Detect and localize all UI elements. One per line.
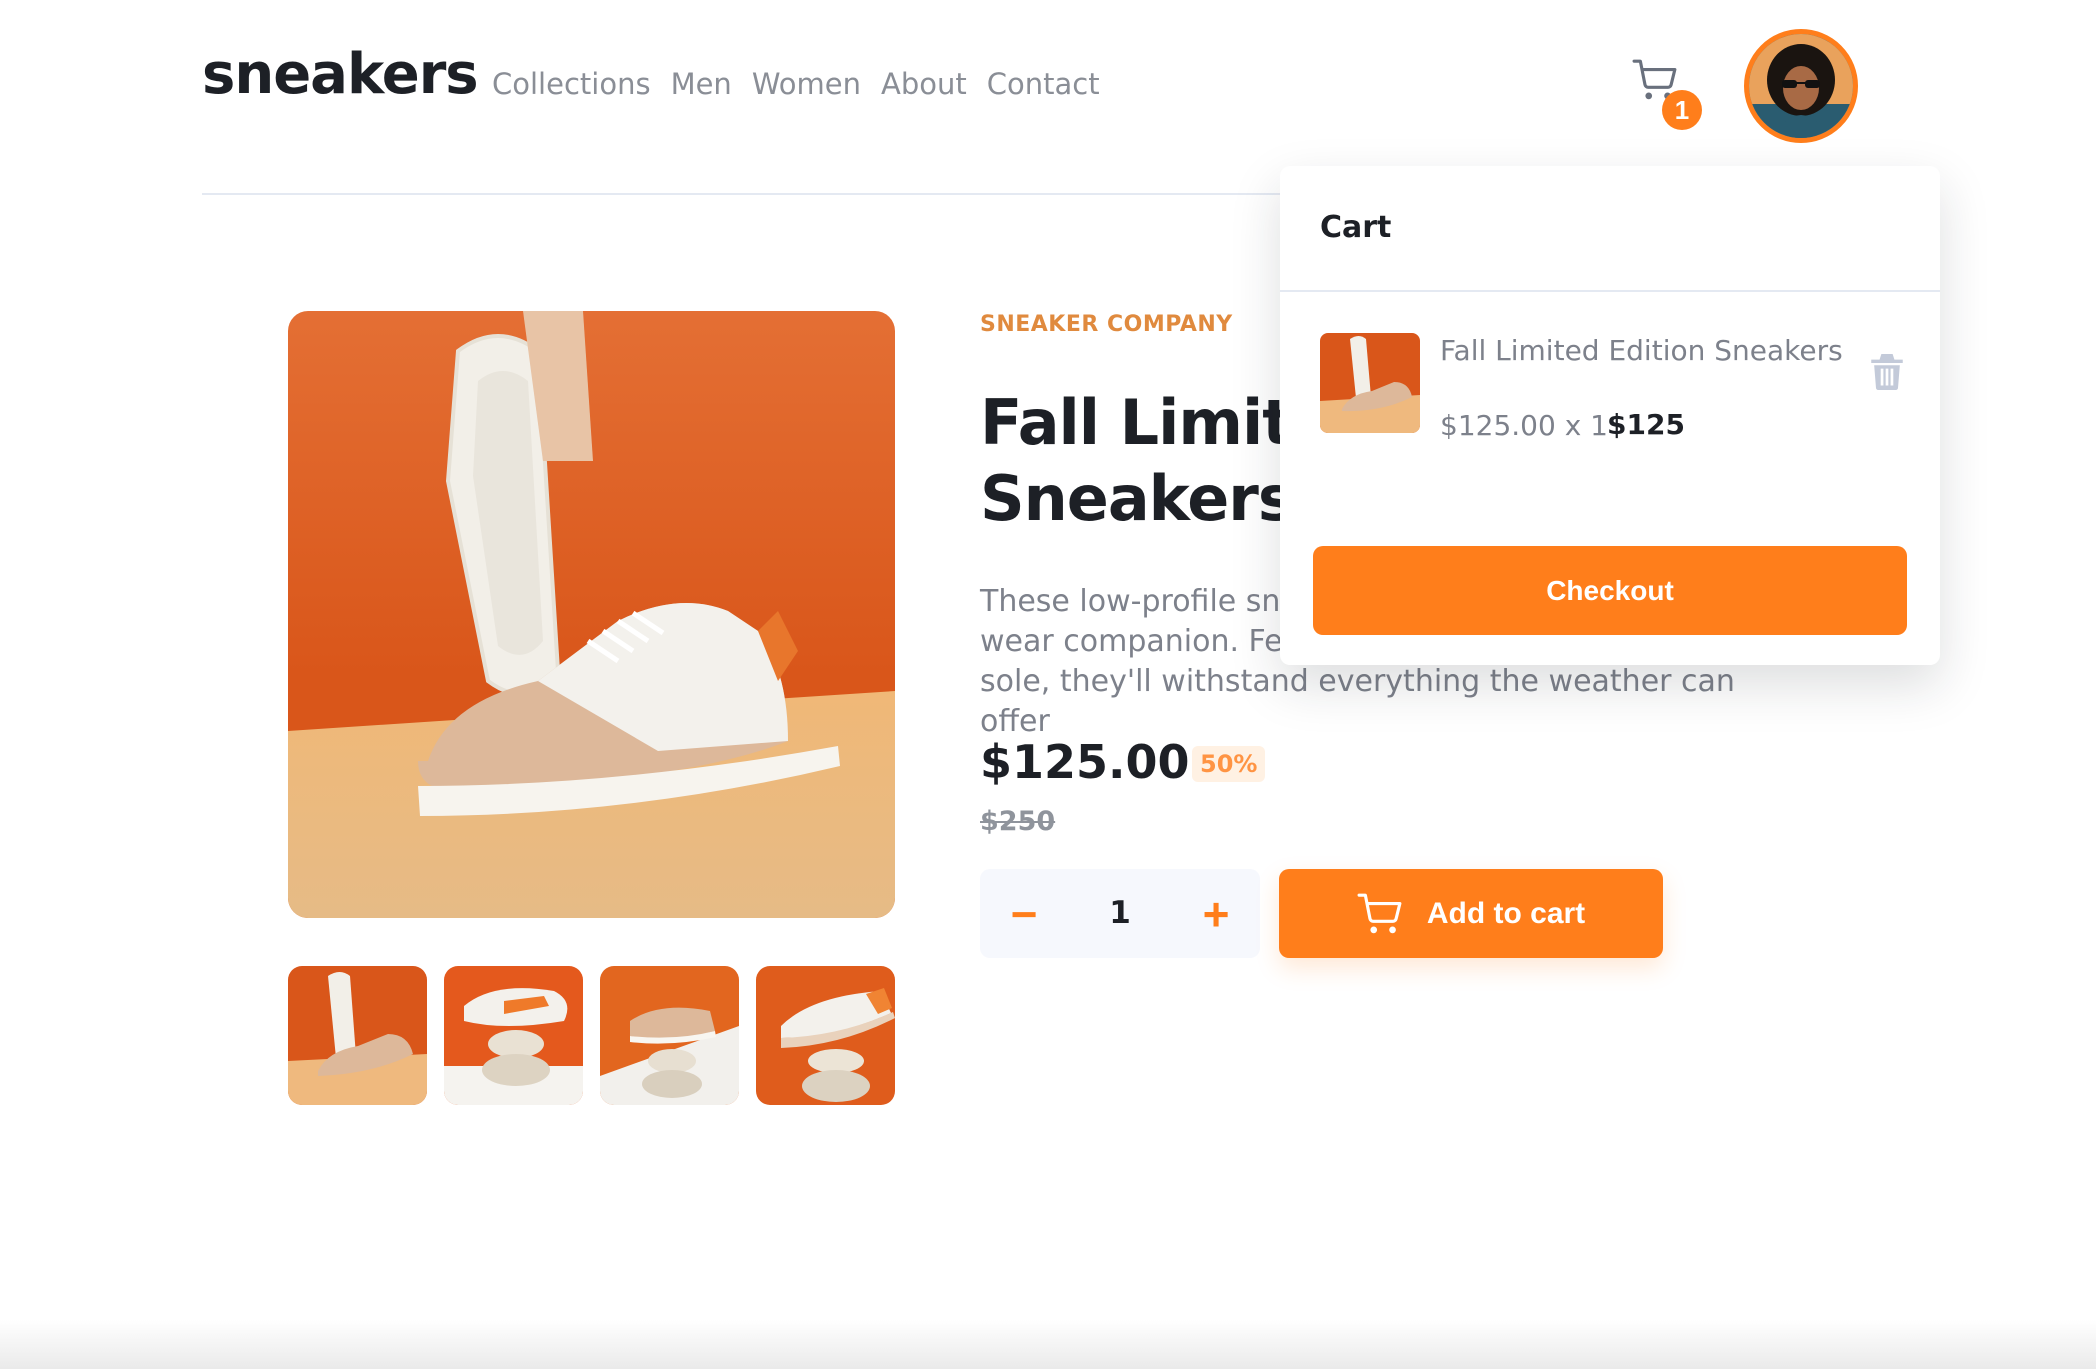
nav-men[interactable]: Men bbox=[671, 64, 732, 104]
cart-item-total: $125 bbox=[1607, 408, 1685, 441]
quantity-stepper: − 1 + bbox=[980, 869, 1260, 958]
nav-about[interactable]: About bbox=[881, 64, 967, 104]
thumbnail-2[interactable] bbox=[444, 966, 583, 1105]
nav-collections[interactable]: Collections bbox=[492, 64, 651, 104]
site-logo[interactable]: sneakers bbox=[202, 40, 479, 110]
thumbnail-1[interactable] bbox=[288, 966, 427, 1105]
decrease-quantity-button[interactable]: − bbox=[984, 869, 1064, 958]
cart-count-badge: 1 bbox=[1662, 90, 1702, 130]
product-thumbnails bbox=[288, 966, 895, 1105]
thumbnail-4-image bbox=[756, 966, 895, 1105]
thumbnail-4[interactable] bbox=[756, 966, 895, 1105]
thumbnail-3[interactable] bbox=[600, 966, 739, 1105]
product-main-image[interactable] bbox=[288, 311, 895, 918]
cart-icon bbox=[1357, 893, 1402, 933]
cart-dropdown: Cart Fall Limited Edition Sneakers $125.… bbox=[1280, 166, 1940, 665]
cart-item-image bbox=[1320, 333, 1420, 433]
avatar-image bbox=[1749, 34, 1853, 138]
add-to-cart-button[interactable]: Add to cart bbox=[1279, 869, 1663, 958]
delete-icon[interactable] bbox=[1871, 354, 1903, 390]
discount-badge: 50% bbox=[1192, 746, 1266, 782]
company-name: SNEAKER COMPANY bbox=[980, 312, 1233, 337]
cart-item-name: Fall Limited Edition Sneakers bbox=[1440, 334, 1843, 367]
cart-item-thumbnail bbox=[1320, 333, 1420, 433]
checkout-button[interactable]: Checkout bbox=[1313, 546, 1907, 635]
original-price: $250 bbox=[980, 806, 1056, 837]
nav-contact[interactable]: Contact bbox=[987, 64, 1100, 104]
nav-women[interactable]: Women bbox=[752, 64, 861, 104]
cart-title: Cart bbox=[1320, 210, 1392, 245]
thumbnail-3-image bbox=[600, 966, 739, 1105]
increase-quantity-button[interactable]: + bbox=[1176, 869, 1256, 958]
main-nav: Collections Men Women About Contact bbox=[492, 64, 1100, 104]
cart-divider bbox=[1280, 290, 1940, 292]
quantity-value: 1 bbox=[1109, 895, 1131, 931]
add-to-cart-label: Add to cart bbox=[1426, 896, 1586, 930]
cart-item-unit-price: $125.00 x 1 bbox=[1440, 409, 1608, 442]
thumbnail-1-image bbox=[288, 966, 427, 1105]
user-avatar[interactable] bbox=[1744, 29, 1858, 143]
current-price: $125.00 bbox=[980, 735, 1190, 789]
page-bottom-edge bbox=[0, 1320, 2096, 1369]
thumbnail-2-image bbox=[444, 966, 583, 1105]
sneaker-photo bbox=[288, 311, 895, 918]
